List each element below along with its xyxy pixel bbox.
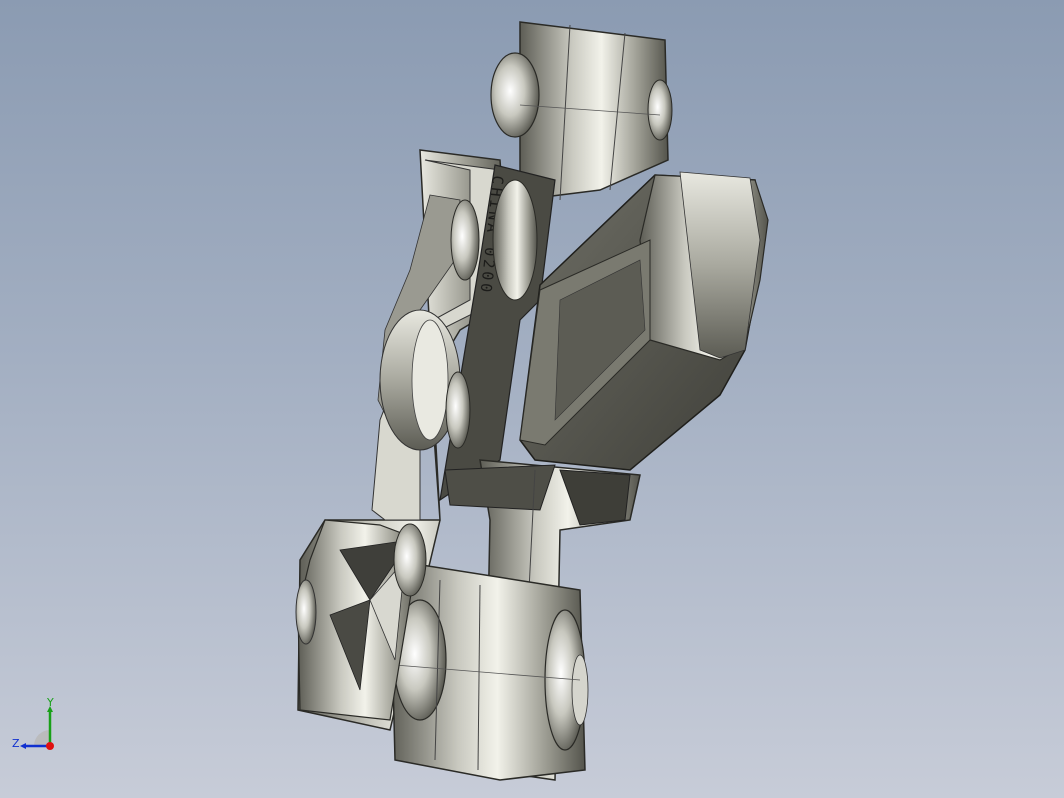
view-orientation-triad[interactable]: Y Z: [8, 698, 68, 758]
cad-part-model[interactable]: CHINA 0200: [0, 0, 1064, 798]
z-axis-label: Z: [12, 737, 20, 750]
top-lug: [519, 21, 669, 201]
x-axis-dot: [46, 742, 54, 750]
y-axis-label: Y: [46, 698, 54, 709]
3d-viewport[interactable]: CHINA 0200 Y Z: [0, 0, 1064, 798]
